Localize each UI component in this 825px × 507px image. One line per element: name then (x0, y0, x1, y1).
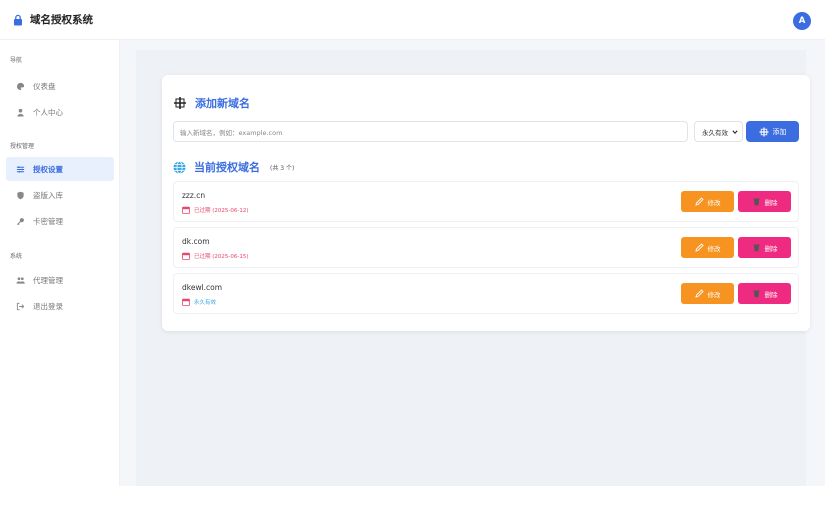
sidebar-item-label: 授权设置 (33, 164, 63, 174)
sidebar-item-piracy[interactable]: 盗版入库 (6, 183, 114, 207)
pencil-icon (694, 243, 704, 252)
sidebar-item-agents[interactable]: 代理管理 (6, 268, 114, 292)
trash-icon (752, 244, 760, 252)
add-domain-heading: 添加新域名 (173, 95, 250, 111)
domain-name: dk.com (182, 237, 210, 246)
edit-button-label: 修改 (707, 290, 721, 299)
user-icon (17, 108, 24, 117)
current-domains-heading: 当前授权域名 (共 3 个) (173, 159, 294, 175)
sidebar-item-cards[interactable]: 卡密管理 (6, 209, 114, 233)
edit-button[interactable]: 修改 (681, 283, 734, 304)
sidebar: 导航 仪表盘 个人中心 授权管理 授权设置 盗版入库 卡密管理 系统 代理管理 … (0, 40, 120, 486)
validity-select-value: 永久有效 (702, 128, 728, 137)
delete-button-label: 删除 (764, 198, 778, 207)
app-title: 域名授权系统 (30, 14, 93, 26)
sidebar-item-label: 仪表盘 (33, 81, 56, 91)
sidebar-item-label: 盗版入库 (33, 190, 63, 200)
plus-icon (174, 97, 186, 109)
nav-group-title: 授权管理 (10, 143, 35, 150)
domain-count: (共 3 个) (270, 164, 295, 172)
domain-name: zzz.cn (182, 191, 206, 200)
domain-status-text: 永久有效 (194, 300, 217, 306)
calendar-icon (182, 206, 190, 214)
domain-status: 已过期 (2025-06-12) (182, 206, 249, 214)
trash-icon (752, 290, 760, 298)
delete-button[interactable]: 删除 (738, 237, 791, 258)
sidebar-item-dashboard[interactable]: 仪表盘 (6, 74, 114, 98)
domain-row: dk.com 已过期 (2025-06-15) 修改 删除 (173, 227, 799, 268)
logout-icon (16, 302, 25, 310)
add-button-label: 添加 (772, 127, 787, 136)
sidebar-item-logout[interactable]: 退出登录 (6, 294, 114, 318)
add-button[interactable]: 添加 (746, 121, 799, 142)
main-area: 添加新域名 输入新域名，例如：example.com 永久有效 添加 当前授权域… (120, 40, 825, 486)
calendar-icon (182, 252, 190, 260)
lock-icon (14, 14, 22, 25)
pencil-icon (694, 289, 704, 298)
edit-button[interactable]: 修改 (681, 191, 734, 212)
pencil-icon (694, 197, 704, 206)
validity-select[interactable]: 永久有效 (694, 121, 743, 142)
domain-row: zzz.cn 已过期 (2025-06-12) 修改 删除 (173, 181, 799, 222)
top-bar: 域名授权系统 A (0, 0, 825, 40)
sidebar-item-auth-settings[interactable]: 授权设置 (6, 157, 114, 181)
edit-button-label: 修改 (707, 198, 721, 207)
avatar[interactable]: A (793, 12, 811, 30)
brand: 域名授权系统 (12, 12, 93, 27)
domain-status: 已过期 (2025-06-15) (182, 252, 249, 260)
sidebar-item-profile[interactable]: 个人中心 (6, 100, 114, 124)
domain-row: dkewl.com 永久有效 修改 删除 (173, 273, 799, 314)
nav-group-title: 导航 (10, 57, 23, 64)
nav-group-title: 系统 (10, 253, 23, 260)
domain-input[interactable]: 输入新域名，例如：example.com (173, 121, 688, 142)
content-panel: 添加新域名 输入新域名，例如：example.com 永久有效 添加 当前授权域… (136, 50, 810, 486)
users-icon (16, 276, 25, 284)
domain-card: 添加新域名 输入新域名，例如：example.com 永久有效 添加 当前授权域… (162, 75, 810, 331)
shield-icon (17, 191, 24, 199)
delete-button-label: 删除 (764, 290, 778, 299)
sidebar-item-label: 退出登录 (33, 301, 63, 311)
delete-button-label: 删除 (764, 244, 778, 253)
globe-icon (173, 160, 186, 174)
delete-button[interactable]: 删除 (738, 283, 791, 304)
sidebar-item-label: 代理管理 (33, 275, 63, 285)
sliders-icon (16, 165, 25, 173)
trash-icon (752, 198, 760, 206)
plus-icon (759, 127, 768, 136)
chevron-down-icon (732, 129, 738, 134)
edit-button[interactable]: 修改 (681, 237, 734, 258)
current-domains-title: 当前授权域名 (194, 161, 260, 174)
domain-status-text: 已过期 (2025-06-12) (194, 208, 249, 214)
palette-icon (16, 82, 25, 90)
domain-name: dkewl.com (182, 283, 223, 292)
domain-input-placeholder: 输入新域名，例如：example.com (180, 128, 283, 137)
add-domain-title: 添加新域名 (195, 97, 250, 110)
sidebar-item-label: 卡密管理 (33, 216, 63, 226)
sidebar-item-label: 个人中心 (33, 107, 63, 117)
calendar-icon (182, 298, 190, 306)
delete-button[interactable]: 删除 (738, 191, 791, 212)
key-icon (16, 217, 24, 225)
domain-status: 永久有效 (182, 298, 216, 306)
edit-button-label: 修改 (707, 244, 721, 253)
domain-status-text: 已过期 (2025-06-15) (194, 254, 249, 260)
